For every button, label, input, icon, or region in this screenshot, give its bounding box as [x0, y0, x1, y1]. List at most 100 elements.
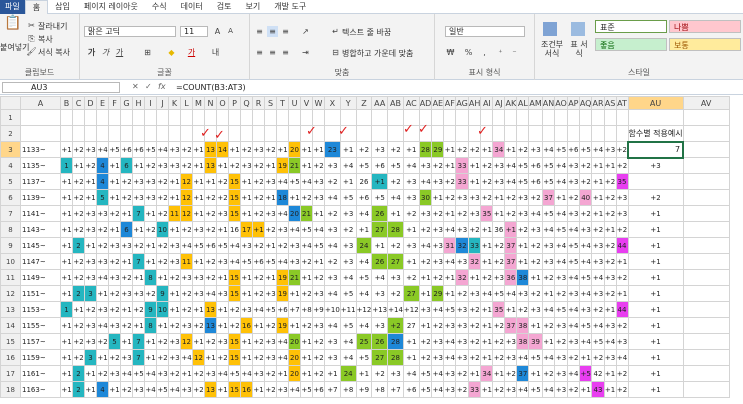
- cell[interactable]: +2: [192, 365, 205, 382]
- cell[interactable]: +2: [96, 237, 109, 254]
- cell[interactable]: +2: [228, 317, 241, 334]
- cell[interactable]: +1: [60, 317, 73, 334]
- row-header[interactable]: 9: [0, 237, 21, 254]
- cell[interactable]: +5: [132, 365, 145, 382]
- cell[interactable]: [682, 317, 730, 334]
- cell[interactable]: 15: [228, 269, 241, 286]
- cell[interactable]: +3: [455, 301, 469, 318]
- cell[interactable]: +4: [300, 173, 313, 190]
- cell[interactable]: +5: [528, 381, 543, 398]
- cell[interactable]: +1: [60, 189, 73, 206]
- cell[interactable]: +3: [387, 269, 404, 286]
- copy-button[interactable]: 복사: [38, 34, 53, 45]
- cell[interactable]: +2: [120, 189, 133, 206]
- cell[interactable]: +1: [60, 221, 73, 238]
- cell[interactable]: +1: [480, 301, 494, 318]
- cell[interactable]: +1: [627, 365, 684, 382]
- cell[interactable]: +3: [108, 237, 121, 254]
- cell[interactable]: +2: [541, 269, 556, 286]
- align-middle-icon[interactable]: ≡: [267, 26, 278, 37]
- cell[interactable]: +4: [566, 365, 580, 382]
- align-left-icon[interactable]: ≡: [254, 47, 265, 58]
- cell[interactable]: +8: [300, 301, 313, 318]
- cell[interactable]: +1: [168, 301, 181, 318]
- cell[interactable]: [371, 109, 389, 126]
- cell[interactable]: +1: [516, 237, 530, 254]
- column-header[interactable]: V: [300, 96, 313, 110]
- cell[interactable]: +3: [168, 141, 181, 158]
- cell[interactable]: +3: [455, 333, 469, 350]
- cell[interactable]: +4: [554, 205, 568, 222]
- fill-color-icon[interactable]: ◆: [166, 47, 177, 58]
- row-header[interactable]: 12: [0, 285, 21, 302]
- cell[interactable]: +1: [480, 237, 494, 254]
- cell[interactable]: +1: [96, 349, 109, 366]
- cell[interactable]: 10: [156, 301, 169, 318]
- cell[interactable]: +3: [84, 205, 97, 222]
- cell[interactable]: +3: [264, 333, 277, 350]
- cell[interactable]: [682, 125, 730, 142]
- cell[interactable]: +2: [252, 189, 265, 206]
- phonetic-icon[interactable]: 내: [210, 47, 221, 58]
- cell[interactable]: +1: [615, 253, 629, 270]
- cell[interactable]: +3: [216, 333, 229, 350]
- cell[interactable]: +5: [355, 157, 373, 174]
- cell[interactable]: +2: [120, 317, 133, 334]
- name-box[interactable]: AU3: [2, 82, 120, 93]
- cell[interactable]: 27: [371, 349, 389, 366]
- cell[interactable]: +3: [108, 269, 121, 286]
- cell[interactable]: +2: [144, 285, 157, 302]
- cell[interactable]: +5: [578, 141, 593, 158]
- cell[interactable]: [443, 109, 457, 126]
- cell[interactable]: +2: [144, 157, 157, 174]
- cell[interactable]: [144, 125, 157, 142]
- cell[interactable]: +3: [252, 365, 265, 382]
- cell[interactable]: +1: [467, 365, 482, 382]
- cell[interactable]: +1: [72, 301, 85, 318]
- cell[interactable]: +3: [240, 301, 253, 318]
- column-header[interactable]: AB: [387, 96, 404, 110]
- cell[interactable]: +2: [387, 317, 404, 334]
- cell[interactable]: +3: [591, 253, 605, 270]
- cell[interactable]: +2: [180, 157, 193, 174]
- cell[interactable]: +2: [492, 237, 506, 254]
- cell[interactable]: +3: [240, 237, 253, 254]
- cell[interactable]: 25: [355, 333, 373, 350]
- cell[interactable]: +12: [355, 301, 373, 318]
- cell[interactable]: +3: [492, 173, 506, 190]
- cell[interactable]: +5: [554, 221, 568, 238]
- cell[interactable]: 16: [240, 381, 253, 398]
- cell[interactable]: +1: [339, 141, 357, 158]
- cell[interactable]: +2: [252, 269, 265, 286]
- cell[interactable]: +4: [276, 173, 289, 190]
- cell[interactable]: +5: [578, 365, 593, 382]
- cell[interactable]: +2: [591, 349, 605, 366]
- cell[interactable]: +2: [132, 237, 145, 254]
- cell[interactable]: +4: [566, 269, 580, 286]
- cell[interactable]: +1: [480, 349, 494, 366]
- cell[interactable]: 7: [132, 205, 145, 222]
- cell[interactable]: 1141~: [20, 205, 61, 222]
- cell[interactable]: +3: [591, 237, 605, 254]
- cell[interactable]: +1: [120, 333, 133, 350]
- cell[interactable]: +4: [504, 173, 518, 190]
- cell[interactable]: +1: [276, 141, 289, 158]
- cell[interactable]: +1: [615, 285, 629, 302]
- cell[interactable]: +5: [288, 173, 301, 190]
- cell[interactable]: [96, 125, 109, 142]
- cell[interactable]: +1: [603, 365, 617, 382]
- cell[interactable]: 11: [180, 253, 193, 270]
- cell[interactable]: +1: [541, 333, 556, 350]
- cell[interactable]: 17: [240, 221, 253, 238]
- cell[interactable]: +2: [72, 333, 85, 350]
- cell[interactable]: [72, 125, 85, 142]
- cell[interactable]: +2: [156, 253, 169, 270]
- column-header[interactable]: R: [252, 96, 265, 110]
- cell[interactable]: +2: [216, 173, 229, 190]
- column-header[interactable]: AE: [431, 96, 445, 110]
- align-right-icon[interactable]: ≡: [280, 47, 291, 58]
- cell[interactable]: +2: [252, 157, 265, 174]
- cell[interactable]: [84, 125, 97, 142]
- cell[interactable]: [566, 109, 580, 126]
- style-good[interactable]: 좋음: [595, 38, 667, 51]
